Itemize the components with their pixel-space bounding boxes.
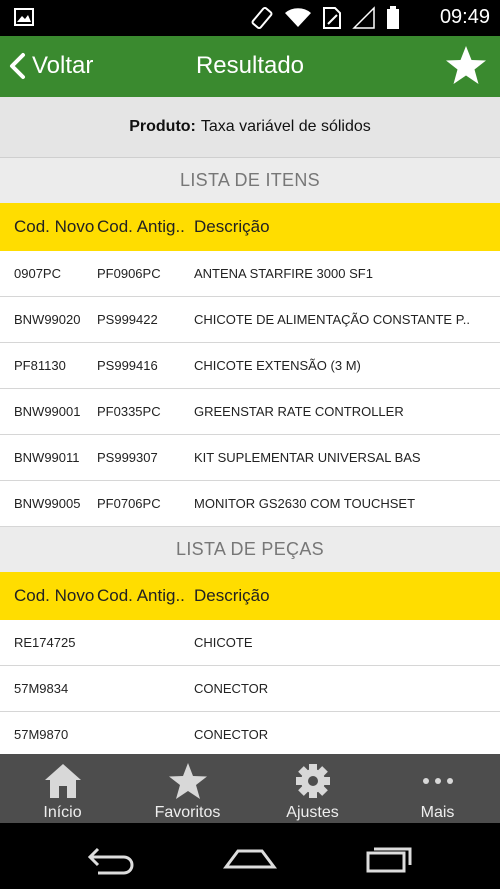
header-description: Descrição bbox=[194, 586, 270, 605]
description-cell: GREENSTAR RATE CONTROLLER bbox=[194, 404, 404, 419]
old-code-cell: PF0706PC bbox=[97, 496, 161, 511]
battery-icon bbox=[387, 6, 399, 29]
tab-more[interactable]: Mais bbox=[375, 754, 500, 823]
old-code-cell: PF0906PC bbox=[97, 266, 161, 281]
parts-section-title: LISTA DE PEÇAS bbox=[0, 527, 500, 572]
tab-label: Favoritos bbox=[154, 804, 221, 821]
new-code-cell: RE174725 bbox=[14, 635, 76, 650]
gear-icon bbox=[295, 764, 330, 798]
items-list: 0907PC PF0906PC ANTENA STARFIRE 3000 SF1… bbox=[0, 251, 500, 527]
product-value: Taxa variável de sólidos bbox=[200, 118, 371, 135]
header-new-code: Cod. Novo bbox=[14, 586, 95, 605]
tab-favorites[interactable]: Favoritos bbox=[125, 754, 250, 823]
home-icon bbox=[44, 764, 81, 798]
clock: 09:49 bbox=[439, 6, 490, 28]
tab-label: Ajustes bbox=[286, 804, 339, 821]
system-navigation-bar bbox=[0, 823, 500, 889]
old-code-cell: PS999416 bbox=[97, 358, 158, 373]
new-code-cell: BNW99005 bbox=[14, 496, 81, 511]
header-old-code: Cod. Antig.. bbox=[97, 586, 185, 605]
new-code-cell: BNW99011 bbox=[14, 450, 80, 465]
sim-icon bbox=[323, 7, 341, 29]
table-row[interactable]: PF81130 PS999416 CHICOTE EXTENSÃO (3 M) bbox=[0, 343, 500, 389]
star-icon bbox=[168, 763, 207, 799]
new-code-cell: 57M9834 bbox=[14, 681, 69, 696]
product-label: Produto: bbox=[129, 118, 196, 135]
parts-list: RE174725 CHICOTE 57M9834 CONECTOR 57M987… bbox=[0, 620, 500, 754]
table-row[interactable]: BNW99020 PS999422 CHICOTE DE ALIMENTAÇÃO… bbox=[0, 297, 500, 343]
page-title: Resultado bbox=[195, 52, 305, 79]
new-code-cell: BNW99001 bbox=[14, 404, 81, 419]
table-row[interactable]: 57M9834 CONECTOR bbox=[0, 666, 500, 712]
recents-nav-icon[interactable] bbox=[360, 837, 420, 877]
description-cell: ANTENA STARFIRE 3000 SF1 bbox=[194, 266, 373, 281]
table-row[interactable]: BNW99005 PF0706PC MONITOR GS2630 COM TOU… bbox=[0, 481, 500, 527]
table-row[interactable]: RE174725 CHICOTE bbox=[0, 620, 500, 666]
table-row[interactable]: BNW99011 PS999307 KIT SUPLEMENTAR UNIVER… bbox=[0, 435, 500, 481]
description-cell: CHICOTE DE ALIMENTAÇÃO CONSTANTE P.. bbox=[194, 312, 470, 327]
old-code-cell: PF0335PC bbox=[97, 404, 161, 419]
favorite-star-icon[interactable] bbox=[444, 44, 488, 88]
app-bar: Voltar Resultado bbox=[0, 36, 500, 97]
new-code-cell: BNW99020 bbox=[14, 312, 81, 327]
tab-home[interactable]: Início bbox=[0, 754, 125, 823]
bottom-tab-bar: Início Favoritos Ajustes Mais bbox=[0, 754, 500, 823]
description-cell: CHICOTE bbox=[194, 635, 253, 650]
new-code-cell: PF81130 bbox=[14, 358, 66, 373]
items-section-title: LISTA DE ITENS bbox=[0, 158, 500, 203]
description-cell: CHICOTE EXTENSÃO (3 M) bbox=[194, 358, 361, 373]
header-old-code: Cod. Antig.. bbox=[97, 217, 185, 236]
parts-table-header: Cod. Novo Cod. Antig.. Descrição bbox=[0, 572, 500, 620]
old-code-cell: PS999422 bbox=[97, 312, 158, 327]
image-icon bbox=[14, 8, 34, 26]
wifi-icon bbox=[285, 8, 311, 27]
content-area[interactable]: Produto: Taxa variável de sólidos LISTA … bbox=[0, 97, 500, 754]
old-code-cell: PS999307 bbox=[97, 450, 158, 465]
tab-label: Início bbox=[43, 804, 82, 821]
header-description: Descrição bbox=[194, 217, 270, 236]
description-cell: MONITOR GS2630 COM TOUCHSET bbox=[194, 496, 416, 511]
table-row[interactable]: 57M9870 CONECTOR bbox=[0, 712, 500, 754]
tab-label: Mais bbox=[420, 804, 455, 821]
table-row[interactable]: BNW99001 PF0335PC GREENSTAR RATE CONTROL… bbox=[0, 389, 500, 435]
signal-icon bbox=[352, 6, 375, 29]
more-icon bbox=[422, 778, 453, 784]
back-nav-icon[interactable] bbox=[80, 837, 140, 877]
tab-settings[interactable]: Ajustes bbox=[250, 754, 375, 823]
home-nav-icon[interactable] bbox=[220, 837, 280, 877]
product-info: Produto: Taxa variável de sólidos bbox=[0, 97, 500, 158]
description-cell: KIT SUPLEMENTAR UNIVERSAL BAS bbox=[194, 450, 421, 465]
rotate-icon bbox=[251, 6, 273, 30]
description-cell: CONECTOR bbox=[194, 681, 269, 696]
status-bar: 09:49 bbox=[0, 0, 500, 36]
header-new-code: Cod. Novo bbox=[14, 217, 95, 236]
new-code-cell: 0907PC bbox=[14, 266, 61, 281]
description-cell: CONECTOR bbox=[194, 727, 269, 742]
items-table-header: Cod. Novo Cod. Antig.. Descrição bbox=[0, 203, 500, 251]
table-row[interactable]: 0907PC PF0906PC ANTENA STARFIRE 3000 SF1 bbox=[0, 251, 500, 297]
new-code-cell: 57M9870 bbox=[14, 727, 69, 742]
